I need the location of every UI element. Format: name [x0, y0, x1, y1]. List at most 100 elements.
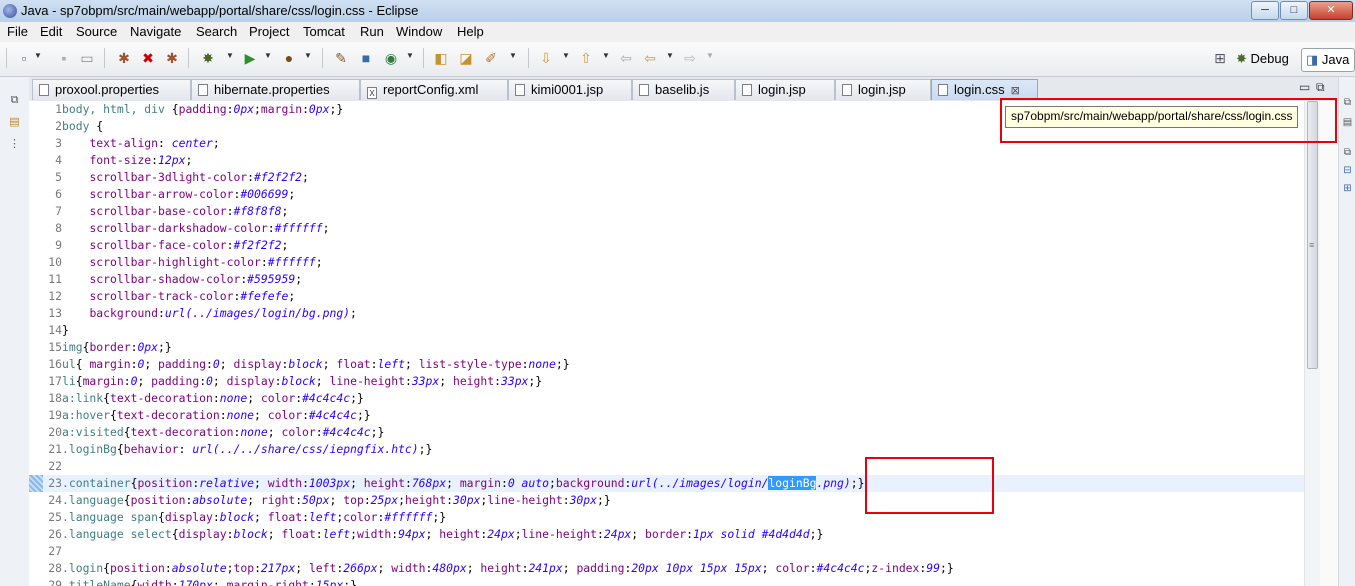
code-line[interactable]: 8 scrollbar-darkshadow-color:#ffffff;: [33, 220, 329, 237]
package-explorer-icon[interactable]: ▤: [9, 117, 20, 128]
menu-run[interactable]: Run: [360, 24, 384, 39]
new-java-project-icon[interactable]: ✎: [333, 50, 349, 66]
hierarchy-icon[interactable]: ⋮: [9, 139, 20, 150]
save-icon[interactable]: ▪: [56, 50, 72, 66]
debug-dropdown-icon[interactable]: ▼: [226, 51, 234, 60]
previous-annotation-icon[interactable]: ⇧: [578, 50, 594, 66]
new-dropdown-icon[interactable]: ▼: [34, 51, 42, 60]
tab-login-jsp[interactable]: login.jsp: [735, 79, 835, 100]
code-line[interactable]: 12 scrollbar-track-color:#fefefe;: [33, 288, 295, 305]
back-icon[interactable]: ⇦: [642, 50, 658, 66]
new-class-icon[interactable]: ◉: [383, 50, 399, 66]
external-tools-dropdown-icon[interactable]: ▼: [304, 51, 312, 60]
overview-ruler[interactable]: [1320, 101, 1338, 586]
code-editor[interactable]: 1body, html, div {padding:0px;margin:0px…: [29, 101, 1304, 586]
code-line[interactable]: 11 scrollbar-shadow-color:#595959;: [33, 271, 302, 288]
code-line[interactable]: 4 font-size:12px;: [33, 152, 192, 169]
outline-view-icon[interactable]: ⊞: [1342, 183, 1353, 194]
code-token: :: [178, 442, 193, 456]
code-line[interactable]: 5 scrollbar-3dlight-color:#f2f2f2;: [33, 169, 309, 186]
minimize-button[interactable]: ─: [1251, 1, 1279, 20]
code-line[interactable]: 22: [33, 458, 62, 475]
maximize-button[interactable]: □: [1280, 1, 1308, 20]
code-line[interactable]: 28.login{position:absolute;top:217px; le…: [33, 560, 954, 577]
minimize-editor-icon[interactable]: ▭: [1299, 80, 1310, 94]
skip-breakpoints-icon[interactable]: ✱: [164, 50, 180, 66]
new-package-icon[interactable]: ■: [358, 50, 374, 66]
open-task-icon[interactable]: ◪: [458, 50, 474, 66]
tab-login-css[interactable]: login.css ⊠: [931, 79, 1038, 100]
java-perspective-button[interactable]: ◨ Java: [1301, 48, 1355, 72]
restore-right-view-icon[interactable]: ⧉: [1342, 97, 1353, 108]
restore-outline-icon[interactable]: ⧉: [1342, 147, 1353, 158]
code-line[interactable]: 14}: [33, 322, 69, 339]
code-line[interactable]: 23.container{position:relative; width:10…: [33, 475, 1304, 492]
code-line[interactable]: 29.titleName{width:170px; margin-right:1…: [33, 577, 357, 586]
code-line[interactable]: 21.loginBg{behavior: url(../../share/css…: [33, 441, 432, 458]
code-line[interactable]: 10 scrollbar-highlight-color:#ffffff;: [33, 254, 322, 271]
next-annotation-icon[interactable]: ⇩: [538, 50, 554, 66]
menu-search[interactable]: Search: [196, 24, 237, 39]
next-annotation-dropdown-icon[interactable]: ▼: [562, 51, 570, 60]
debug-perspective-button[interactable]: ✸ Debug: [1232, 48, 1293, 70]
code-line[interactable]: 9 scrollbar-face-color:#f2f2f2;: [33, 237, 288, 254]
code-line[interactable]: 16ul{ margin:0; padding:0; display:block…: [33, 356, 569, 373]
menu-help[interactable]: Help: [457, 24, 484, 39]
run-dropdown-icon[interactable]: ▼: [264, 51, 272, 60]
menu-file[interactable]: File: [7, 24, 28, 39]
code-line[interactable]: 27: [33, 543, 62, 560]
menu-tomcat[interactable]: Tomcat: [303, 24, 345, 39]
code-line[interactable]: 18a:link{text-decoration:none; color:#4c…: [33, 390, 364, 407]
code-line[interactable]: 20a:visited{text-decoration:none; color:…: [33, 424, 384, 441]
menu-project[interactable]: Project: [249, 24, 289, 39]
editor-vertical-scrollbar[interactable]: ≡: [1304, 101, 1321, 586]
code-line[interactable]: 15img{border:0px;}: [33, 339, 171, 356]
tab-proxool-properties[interactable]: proxool.properties: [32, 79, 191, 100]
code-line[interactable]: 26.language select{display: block; float:…: [33, 526, 823, 543]
code-line[interactable]: 25.language span{display:block; float:le…: [33, 509, 446, 526]
code-line[interactable]: 3 text-align: center;: [33, 135, 220, 152]
open-type-icon[interactable]: ◧: [433, 50, 449, 66]
code-token: }: [946, 561, 954, 575]
code-line[interactable]: 1body, html, div {padding:0px;margin:0px…: [33, 101, 343, 118]
menu-source[interactable]: Source: [76, 24, 117, 39]
outline-icon[interactable]: ⊟: [1342, 165, 1353, 176]
code-line[interactable]: 7 scrollbar-base-color:#f8f8f8;: [33, 203, 288, 220]
tab-kimi0001-jsp[interactable]: kimi0001.jsp: [508, 79, 632, 100]
run-icon[interactable]: ▶: [242, 50, 258, 66]
remove-breakpoint-icon[interactable]: ✖: [140, 50, 156, 66]
task-list-icon[interactable]: ▤: [1342, 117, 1353, 128]
forward-dropdown-icon[interactable]: ▼: [706, 51, 714, 60]
external-tools-icon[interactable]: ●: [281, 50, 297, 66]
tab-reportconfig-xml[interactable]: XreportConfig.xml: [360, 79, 508, 100]
code-token: 170px: [178, 578, 213, 586]
new-icon[interactable]: ▫: [16, 50, 32, 66]
code-line[interactable]: 2body {: [33, 118, 103, 135]
forward-icon[interactable]: ⇨: [682, 50, 698, 66]
tab-baselib-js[interactable]: baselib.js: [632, 79, 735, 100]
code-line[interactable]: 24.language{position: absolute; right: 50p…: [33, 492, 610, 509]
new-class-dropdown-icon[interactable]: ▼: [406, 51, 414, 60]
restore-view-icon[interactable]: ⧉: [9, 95, 20, 106]
search-icon[interactable]: ✐: [483, 50, 499, 66]
previous-annotation-dropdown-icon[interactable]: ▼: [602, 51, 610, 60]
maximize-editor-icon[interactable]: ⧉: [1316, 80, 1325, 95]
open-perspective-icon[interactable]: ⊞: [1212, 50, 1228, 66]
close-tab-icon[interactable]: ⊠: [1011, 85, 1020, 97]
print-icon[interactable]: ▭: [79, 50, 95, 66]
tab-login-jsp-2[interactable]: login.jsp: [835, 79, 931, 100]
back-dropdown-icon[interactable]: ▼: [666, 51, 674, 60]
close-window-button[interactable]: ✕: [1309, 1, 1353, 20]
debug-bug-icon[interactable]: ✱: [116, 50, 132, 66]
code-line[interactable]: 6 scrollbar-arrow-color:#006699;: [33, 186, 295, 203]
search-dropdown-icon[interactable]: ▼: [509, 51, 517, 60]
last-edit-location-icon[interactable]: ⇦: [618, 50, 634, 66]
menu-edit[interactable]: Edit: [40, 24, 62, 39]
code-line[interactable]: 13 background:url(../images/login/bg.png…: [33, 305, 357, 322]
tab-hibernate-properties[interactable]: hibernate.properties: [191, 79, 360, 100]
menu-navigate[interactable]: Navigate: [130, 24, 181, 39]
code-line[interactable]: 17li{margin:0; padding:0; display:block;…: [33, 373, 542, 390]
menu-window[interactable]: Window: [396, 24, 442, 39]
debug-run-icon[interactable]: ✸: [200, 50, 216, 66]
code-line[interactable]: 19a:hover{text-decoration:none; color:#4…: [33, 407, 370, 424]
